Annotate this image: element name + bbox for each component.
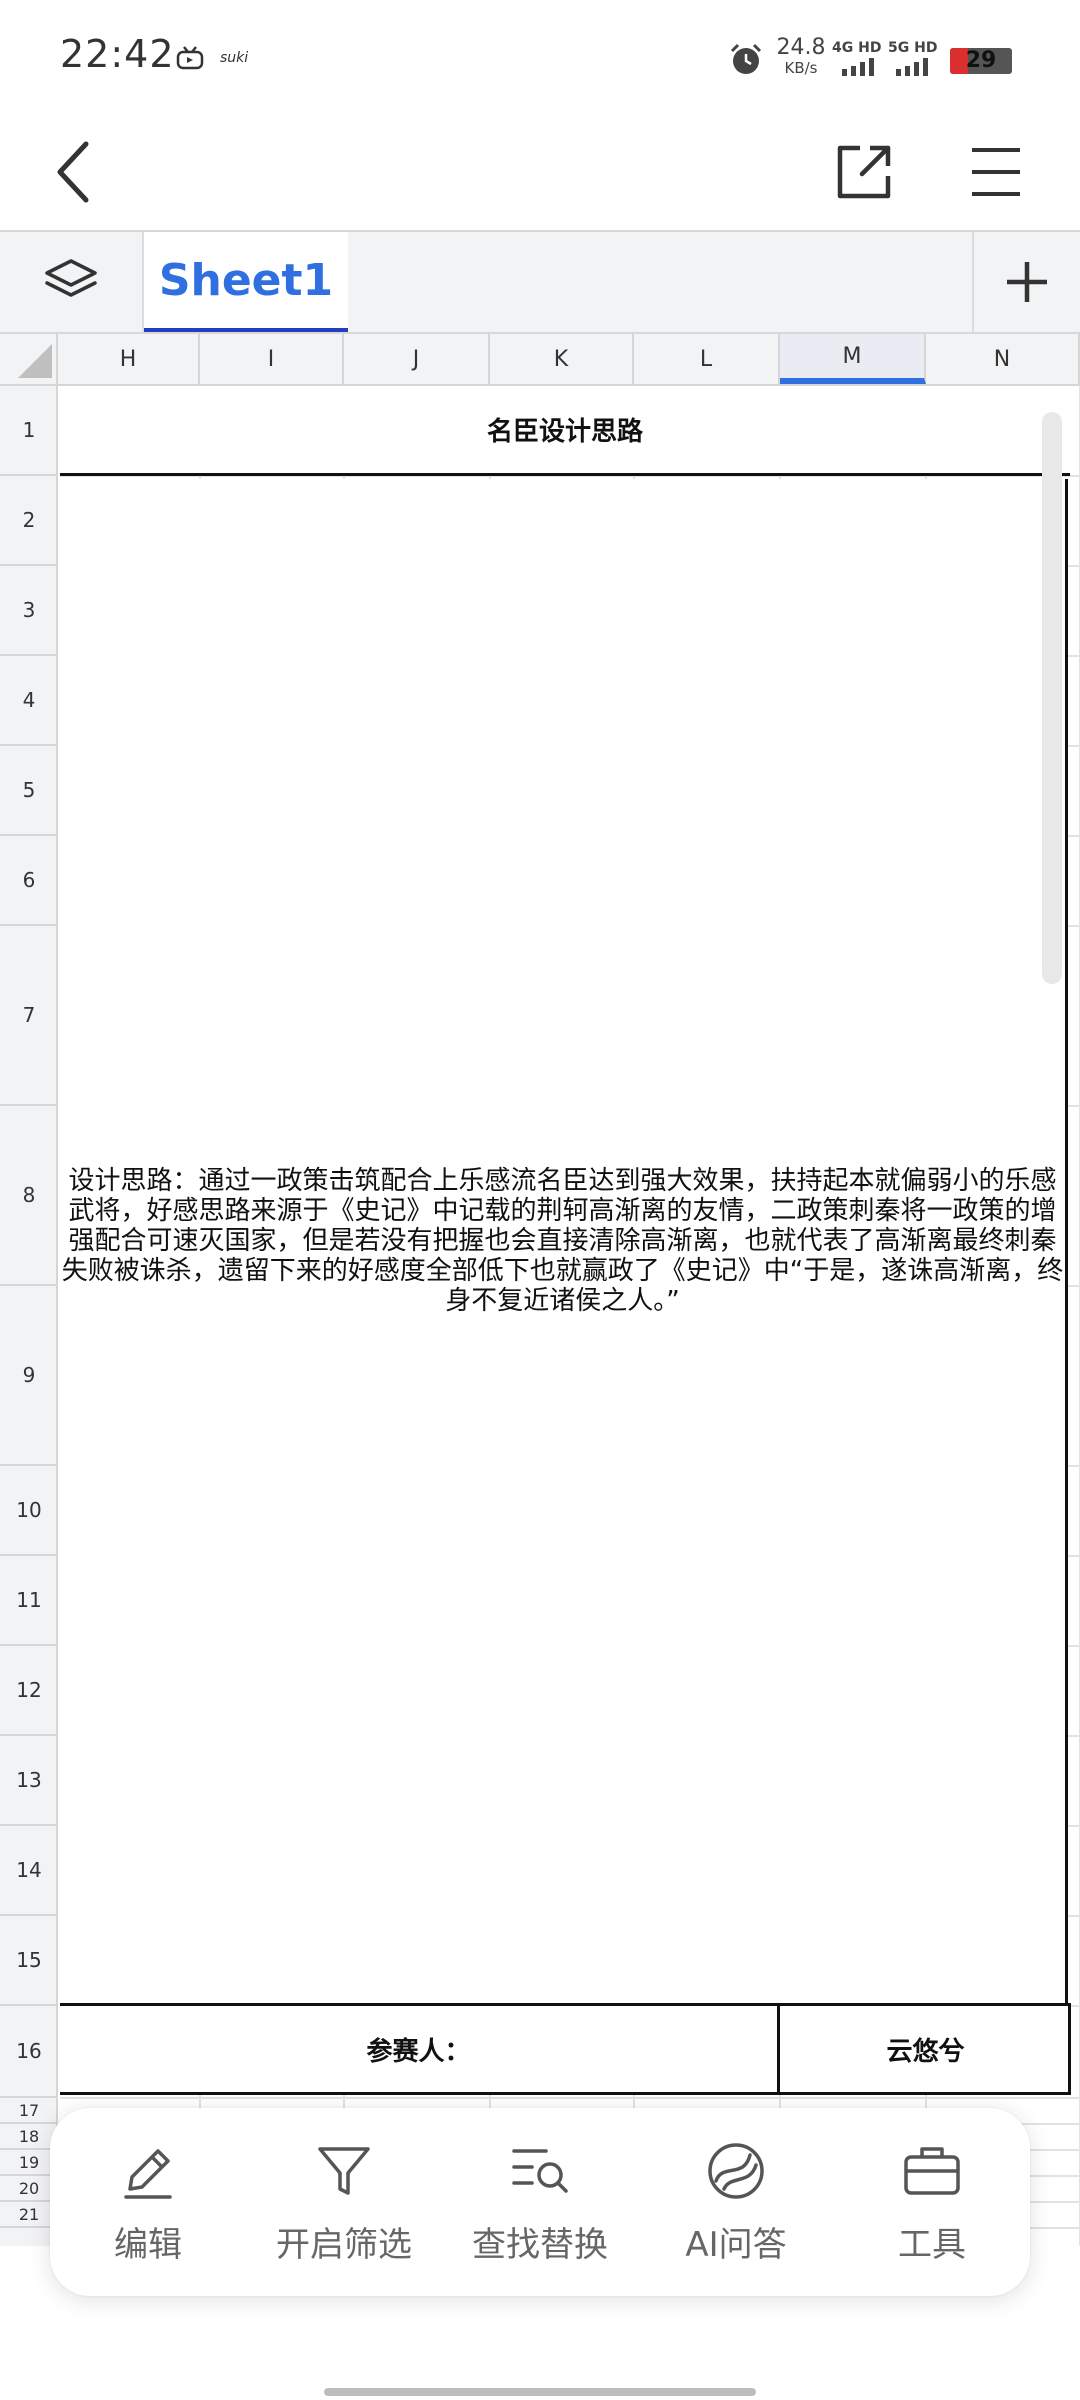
row-header-9[interactable]: 9	[0, 1286, 58, 1466]
status-bar: 22:42 suki 24.8 KB/s 4G HD 5G HD 29	[0, 0, 1080, 118]
merged-body-cell[interactable]: 设计思路：通过一政策击筑配合上乐感流名臣达到强大效果，扶持起本就偏弱小的乐感武将…	[60, 479, 1068, 2003]
menu-button[interactable]	[956, 132, 1036, 212]
alarm-icon	[730, 43, 762, 74]
battery-indicator: 29	[950, 48, 1012, 74]
row-header-3[interactable]: 3	[0, 566, 58, 656]
find-replace-label: 查找替换	[472, 2224, 608, 2265]
design-description-text: 设计思路：通过一政策击筑配合上乐感流名臣达到强大效果，扶持起本就偏弱小的乐感武将…	[61, 1166, 1064, 1316]
filter-button[interactable]: 开启筛选	[246, 2108, 442, 2296]
row-header-10[interactable]: 10	[0, 1466, 58, 1556]
row-header-7[interactable]: 7	[0, 926, 58, 1106]
network-4g-label: 4G HD	[832, 40, 882, 56]
speed-unit: KB/s	[784, 59, 818, 77]
row-header-1[interactable]: 1	[0, 386, 58, 476]
signal-bars-icon	[842, 58, 874, 76]
sheet-list-button[interactable]	[0, 232, 144, 332]
share-external-icon	[837, 145, 891, 199]
row-header-5[interactable]: 5	[0, 746, 58, 836]
filter-funnel-icon	[318, 2146, 370, 2195]
ai-swirl-icon	[708, 2142, 764, 2199]
tab-sheet1[interactable]: Sheet1	[144, 232, 348, 332]
home-indicator[interactable]	[324, 2388, 756, 2396]
vertical-scrollbar[interactable]	[1042, 412, 1062, 984]
row-header-15[interactable]: 15	[0, 1916, 58, 2006]
sheet-tab-bar: Sheet1	[0, 230, 1080, 334]
filter-label: 开启筛选	[276, 2224, 412, 2265]
ai-qa-button[interactable]: AI问答	[638, 2108, 834, 2296]
participant-name-cell[interactable]: 云悠兮	[783, 2006, 1068, 2092]
column-header: HIJKLMN	[0, 334, 1080, 386]
top-nav	[0, 118, 1080, 230]
network-speed: 24.8 KB/s	[772, 35, 830, 78]
battery-level: 29	[965, 48, 997, 73]
column-header-l[interactable]: L	[634, 334, 780, 384]
participant-row: 参赛人： 云悠兮	[60, 2003, 1071, 2095]
signal-bars-icon	[896, 58, 928, 76]
layers-icon	[45, 259, 97, 297]
row-header-13[interactable]: 13	[0, 1736, 58, 1826]
network-5g-label: 5G HD	[888, 40, 938, 56]
add-sheet-button[interactable]	[972, 232, 1080, 332]
row-header-14[interactable]: 14	[0, 1826, 58, 1916]
column-header-i[interactable]: I	[200, 334, 344, 384]
row-header-16[interactable]: 16	[0, 2006, 58, 2098]
status-time: 22:42	[60, 32, 175, 76]
edit-button[interactable]: 编辑	[50, 2108, 246, 2296]
bottom-toolbar: 编辑 开启筛选 查找替换 AI问答 工具	[50, 2108, 1030, 2296]
title-text: 名臣设计思路	[486, 417, 643, 447]
sheet-grid[interactable]: 名臣设计思路 设计思路：通过一政策击筑配合上乐感流名臣达到强大效果，扶持起本就偏…	[60, 386, 1080, 2246]
merged-title-cell[interactable]: 名臣设计思路	[60, 386, 1070, 476]
participant-name: 云悠兮	[886, 2036, 965, 2067]
row-header: 1 2 3 4 5 6 7 8 9 10 11 12 13 14 15 16 17 18 19 20 21	[0, 386, 58, 2246]
tools-button[interactable]: 工具	[834, 2108, 1030, 2296]
carrier-tag: suki	[220, 50, 249, 66]
row-header-4[interactable]: 4	[0, 656, 58, 746]
participant-label-cell[interactable]: 参赛人：	[60, 2006, 780, 2092]
column-header-k[interactable]: K	[490, 334, 634, 384]
tools-label: 工具	[898, 2224, 966, 2265]
ai-qa-label: AI问答	[685, 2224, 787, 2265]
plus-icon	[1007, 262, 1047, 302]
back-button[interactable]	[32, 132, 112, 212]
toolbox-icon	[904, 2146, 960, 2195]
find-replace-button[interactable]: 查找替换	[442, 2108, 638, 2296]
column-header-h[interactable]: H	[58, 334, 200, 384]
row-header-12[interactable]: 12	[0, 1646, 58, 1736]
share-button[interactable]	[824, 132, 904, 212]
find-replace-icon	[512, 2148, 568, 2193]
pencil-icon	[124, 2148, 172, 2199]
hamburger-menu-icon	[972, 148, 1020, 196]
chevron-left-icon	[57, 141, 89, 203]
row-header-6[interactable]: 6	[0, 836, 58, 926]
tab-sheet1-label: Sheet1	[158, 254, 334, 306]
participant-label: 参赛人：	[366, 2036, 471, 2067]
tv-app-icon	[176, 46, 204, 70]
row-header-2[interactable]: 2	[0, 476, 58, 566]
corner-triangle-icon	[18, 344, 52, 378]
row-header-11[interactable]: 11	[0, 1556, 58, 1646]
edit-label: 编辑	[114, 2224, 182, 2265]
speed-value: 24.8	[776, 35, 826, 60]
select-all-corner[interactable]	[0, 334, 58, 384]
column-header-n[interactable]: N	[926, 334, 1080, 384]
column-header-m[interactable]: M	[780, 334, 926, 384]
row-header-8[interactable]: 8	[0, 1106, 58, 1286]
column-header-j[interactable]: J	[344, 334, 490, 384]
